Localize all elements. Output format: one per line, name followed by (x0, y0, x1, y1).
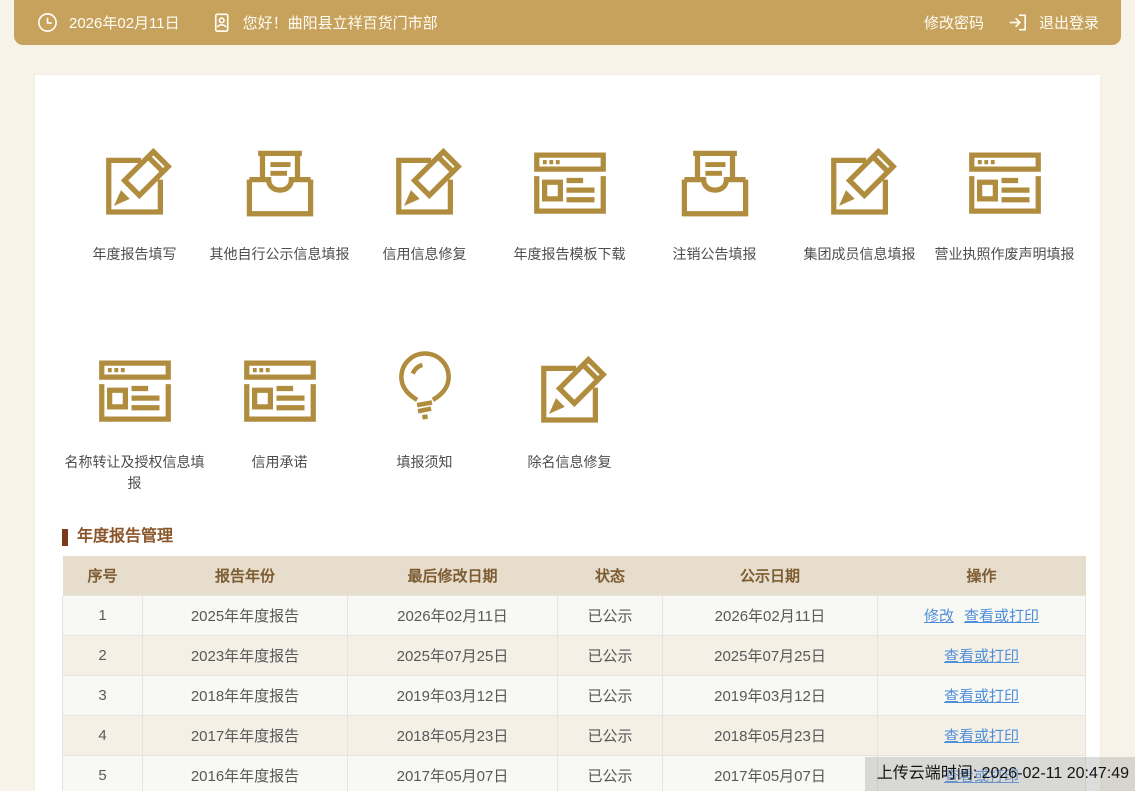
col-actions: 操作 (878, 556, 1086, 595)
quick-action-label: 信用信息修复 (352, 244, 497, 265)
bulb-icon (352, 348, 497, 436)
edit-icon (352, 140, 497, 228)
annual-report-table: 序号 报告年份 最后修改日期 状态 公示日期 操作 1 2025年年度报告 20… (62, 556, 1086, 791)
quick-action-grid: 年度报告填写 其他自行公示信息填报 信用信息修复 年度报告模板下载 注销公告填报 (62, 140, 1077, 577)
upload-time-overlay: 上传云端时间: 2026-02-11 20:47:49 (865, 757, 1135, 791)
edit-icon (62, 140, 207, 228)
status-badge: 已公示 (558, 635, 663, 675)
quick-action-label: 年度报告填写 (62, 244, 207, 265)
badge-icon (210, 11, 233, 34)
table-row: 3 2018年年度报告 2019年03月12日 已公示 2019年03月12日 … (63, 675, 1086, 715)
quick-action-license-void-declaration[interactable]: 营业执照作废声明填报 (932, 140, 1077, 265)
section-title: 年度报告管理 (62, 528, 1085, 546)
col-year: 报告年份 (143, 556, 348, 595)
browser-icon (62, 348, 207, 436)
row-modified: 2025年07月25日 (348, 635, 558, 675)
row-modified: 2018年05月23日 (348, 715, 558, 755)
quick-action-filing-instructions[interactable]: 填报须知 (352, 348, 497, 494)
quick-action-label: 营业执照作废声明填报 (932, 244, 1077, 265)
quick-action-credit-commitment[interactable]: 信用承诺 (207, 348, 352, 494)
annual-report-section: 年度报告管理 序号 报告年份 最后修改日期 状态 公示日期 操作 1 (62, 528, 1085, 791)
quick-action-label: 除名信息修复 (497, 452, 642, 473)
view-print-link[interactable]: 查看或打印 (964, 608, 1039, 625)
quick-action-label: 信用承诺 (207, 452, 352, 473)
date-group: 2026年02月11日 (36, 11, 180, 34)
row-no: 5 (63, 755, 143, 791)
table-row: 4 2017年年度报告 2018年05月23日 已公示 2018年05月23日 … (63, 715, 1086, 755)
quick-action-label: 集团成员信息填报 (787, 244, 932, 265)
row-modified: 2017年05月07日 (348, 755, 558, 791)
table-row: 1 2025年年度报告 2026年02月11日 已公示 2026年02月11日 … (63, 595, 1086, 635)
status-badge: 已公示 (558, 755, 663, 791)
logout-label: 退出登录 (1039, 12, 1099, 33)
clock-icon (36, 11, 59, 34)
row-published: 2017年05月07日 (663, 755, 878, 791)
quick-action-annual-report-fill[interactable]: 年度报告填写 (62, 140, 207, 265)
title-marker (62, 529, 68, 546)
row-year: 2018年年度报告 (143, 675, 348, 715)
quick-action-label: 名称转让及授权信息填报 (62, 452, 207, 494)
quick-action-name-transfer-auth[interactable]: 名称转让及授权信息填报 (62, 348, 207, 494)
inbox-icon (642, 140, 787, 228)
row-year: 2017年年度报告 (143, 715, 348, 755)
row-modified: 2026年02月11日 (348, 595, 558, 635)
quick-action-label: 注销公告填报 (642, 244, 787, 265)
current-date: 2026年02月11日 (69, 12, 180, 33)
status-badge: 已公示 (558, 675, 663, 715)
view-print-link[interactable]: 查看或打印 (944, 728, 1019, 745)
row-year: 2016年年度报告 (143, 755, 348, 791)
user-greeting: 您好！曲阳县立祥百货门市部 (243, 12, 438, 33)
edit-icon (497, 348, 642, 436)
browser-icon (932, 140, 1077, 228)
status-badge: 已公示 (558, 595, 663, 635)
col-status: 状态 (558, 556, 663, 595)
row-year: 2025年年度报告 (143, 595, 348, 635)
quick-action-label: 年度报告模板下载 (497, 244, 642, 265)
col-no: 序号 (63, 556, 143, 595)
quick-action-label: 其他自行公示信息填报 (207, 244, 352, 265)
inbox-icon (207, 140, 352, 228)
quick-action-group-member-info[interactable]: 集团成员信息填报 (787, 140, 932, 265)
col-published: 公示日期 (663, 556, 878, 595)
row-published: 2026年02月11日 (663, 595, 878, 635)
edit-icon (787, 140, 932, 228)
col-modified: 最后修改日期 (348, 556, 558, 595)
quick-action-credit-repair[interactable]: 信用信息修复 (352, 140, 497, 265)
quick-action-template-download[interactable]: 年度报告模板下载 (497, 140, 642, 265)
row-no: 3 (63, 675, 143, 715)
logout-button[interactable]: 退出登录 (1006, 11, 1099, 34)
table-row: 2 2023年年度报告 2025年07月25日 已公示 2025年07月25日 … (63, 635, 1086, 675)
user-group: 您好！曲阳县立祥百货门市部 (210, 11, 438, 34)
quick-action-cancellation-notice[interactable]: 注销公告填报 (642, 140, 787, 265)
view-print-link[interactable]: 查看或打印 (944, 688, 1019, 705)
main-card: 年度报告填写 其他自行公示信息填报 信用信息修复 年度报告模板下载 注销公告填报 (35, 75, 1100, 791)
quick-action-label: 填报须知 (352, 452, 497, 473)
browser-icon (207, 348, 352, 436)
row-no: 4 (63, 715, 143, 755)
row-modified: 2019年03月12日 (348, 675, 558, 715)
quick-action-other-public-info[interactable]: 其他自行公示信息填报 (207, 140, 352, 265)
quick-action-delisting-repair[interactable]: 除名信息修复 (497, 348, 642, 494)
logout-icon (1006, 11, 1029, 34)
row-no: 1 (63, 595, 143, 635)
table-header-row: 序号 报告年份 最后修改日期 状态 公示日期 操作 (63, 556, 1086, 595)
browser-icon (497, 140, 642, 228)
row-published: 2018年05月23日 (663, 715, 878, 755)
row-published: 2019年03月12日 (663, 675, 878, 715)
view-print-link[interactable]: 查看或打印 (944, 648, 1019, 665)
modify-link[interactable]: 修改 (924, 608, 954, 625)
top-bar: 2026年02月11日 您好！曲阳县立祥百货门市部 修改密码 退出登录 (14, 0, 1121, 45)
status-badge: 已公示 (558, 715, 663, 755)
row-no: 2 (63, 635, 143, 675)
row-year: 2023年年度报告 (143, 635, 348, 675)
row-published: 2025年07月25日 (663, 635, 878, 675)
change-password-button[interactable]: 修改密码 (924, 12, 984, 33)
